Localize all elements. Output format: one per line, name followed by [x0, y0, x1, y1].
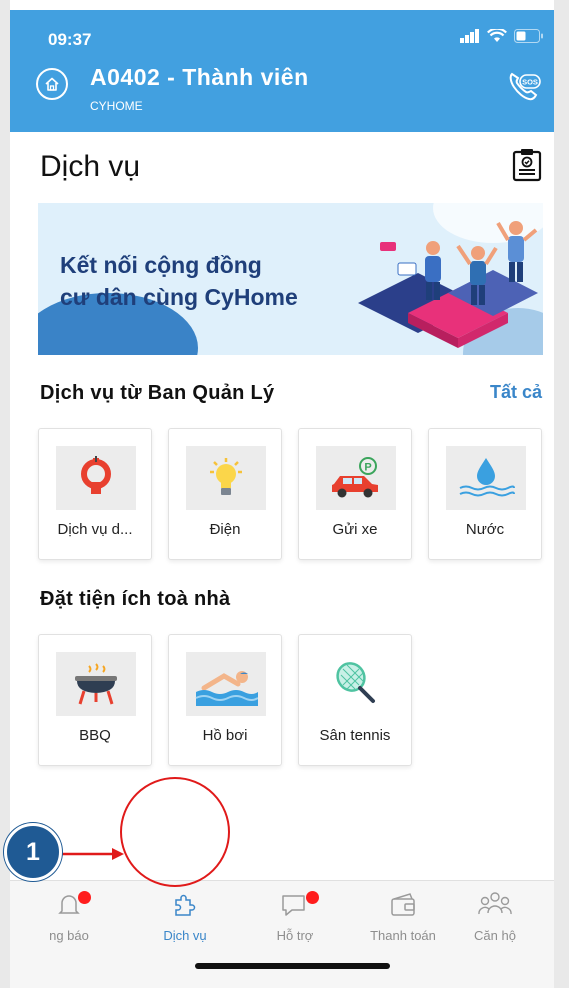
tile-label: BBQ — [79, 727, 111, 744]
svg-text:SOS: SOS — [522, 78, 538, 87]
signal-icon — [460, 29, 479, 43]
app-header: 09:37 A0402 - Thành viên CYHOME SOS — [10, 10, 554, 132]
highlight-circle — [120, 777, 230, 887]
sos-button[interactable]: SOS — [506, 67, 542, 108]
tile-icon-bg — [56, 652, 136, 716]
nav-item-notifications[interactable]: ng báo — [24, 891, 114, 943]
puzzle-icon — [175, 894, 196, 916]
tile-label: Nước — [465, 521, 505, 538]
banner-line: Kết nối cộng đồng — [60, 252, 262, 278]
tile-label: Sân tennis — [319, 727, 391, 744]
notification-badge — [78, 891, 91, 904]
home-button[interactable] — [36, 68, 68, 100]
facility-tile-tennis[interactable]: Sân tennis — [298, 634, 412, 766]
water-drop-icon — [459, 458, 515, 497]
service-tile-water[interactable]: Nước — [428, 428, 542, 560]
battery-icon — [514, 29, 543, 43]
tennis-racket-icon — [336, 662, 375, 703]
tile-icon-bg — [186, 652, 266, 716]
status-time: 09:37 — [48, 30, 92, 49]
nav-item-services[interactable]: Dịch vụ — [140, 891, 230, 943]
tile-icon-bg: P — [316, 446, 396, 510]
lightbulb-icon — [210, 458, 242, 495]
swimmer-icon — [195, 671, 258, 706]
hose-icon — [81, 456, 111, 494]
tile-icon-bg — [186, 446, 266, 510]
svg-text:P: P — [364, 462, 371, 474]
section-title-facilities: Đặt tiện ích toà nhà — [40, 588, 231, 610]
history-button[interactable] — [512, 148, 542, 187]
nav-item-support[interactable]: Hỗ trợ — [250, 891, 340, 943]
wifi-icon — [487, 29, 507, 42]
service-tile-parking[interactable]: P Gửi xe — [298, 428, 412, 560]
people-puzzle-illustration — [358, 221, 538, 348]
tile-label: Điện — [209, 521, 241, 538]
facility-tile-bbq[interactable]: BBQ — [38, 634, 152, 766]
car-parking-icon: P — [332, 457, 378, 498]
status-icons — [460, 29, 544, 43]
page-title: Dịch vụ — [40, 150, 141, 183]
section-title-services: Dịch vụ từ Ban Quản Lý — [40, 382, 275, 404]
home-indicator — [195, 963, 390, 969]
nav-label: Thanh toán — [370, 928, 436, 943]
nav-label: Dịch vụ — [163, 928, 207, 943]
nav-label: ng báo — [49, 928, 89, 943]
community-banner[interactable]: Kết nối cộng đồng cư dân cùng CyHome — [38, 203, 543, 355]
wallet-icon — [391, 893, 415, 916]
apartment-title: A0402 - Thành viên — [90, 64, 309, 90]
bbq-grill-icon — [75, 663, 117, 705]
arrow-icon — [62, 848, 124, 860]
service-tile-electricity[interactable]: Điện — [168, 428, 282, 560]
banner-line: cư dân cùng CyHome — [60, 284, 298, 310]
home-icon — [45, 77, 59, 91]
people-group-icon — [478, 892, 512, 915]
nav-item-apartment[interactable]: Căn hộ — [450, 891, 540, 943]
tile-label: Gửi xe — [332, 521, 378, 538]
tile-label: Hồ bơi — [202, 727, 248, 744]
tile-label: Dịch vụ d... — [57, 521, 133, 538]
bottom-navigation: ng báo Dịch vụ Hỗ trợ Thanh toán Căn hộ — [10, 880, 554, 988]
nav-label: Căn hộ — [474, 928, 516, 943]
see-all-link[interactable]: Tất cả — [490, 382, 542, 403]
tile-icon-bg — [446, 446, 526, 510]
tile-icon-bg — [56, 446, 136, 510]
sos-phone-icon: SOS — [509, 72, 541, 101]
facility-tile-pool[interactable]: Hồ bơi — [168, 634, 282, 766]
support-badge — [306, 891, 319, 904]
nav-label: Hỗ trợ — [276, 928, 314, 943]
banner-text: Kết nối cộng đồng cư dân cùng CyHome — [60, 249, 298, 313]
tile-icon-bg — [316, 652, 396, 716]
phone-screen: 09:37 A0402 - Thành viên CYHOME SOS Dịch… — [10, 0, 554, 988]
nav-item-payment[interactable]: Thanh toán — [358, 891, 448, 943]
step-number-badge: 1 — [4, 823, 62, 881]
app-subtitle: CYHOME — [90, 99, 143, 113]
clipboard-icon — [512, 149, 542, 182]
service-tile-other[interactable]: Dịch vụ d... — [38, 428, 152, 560]
